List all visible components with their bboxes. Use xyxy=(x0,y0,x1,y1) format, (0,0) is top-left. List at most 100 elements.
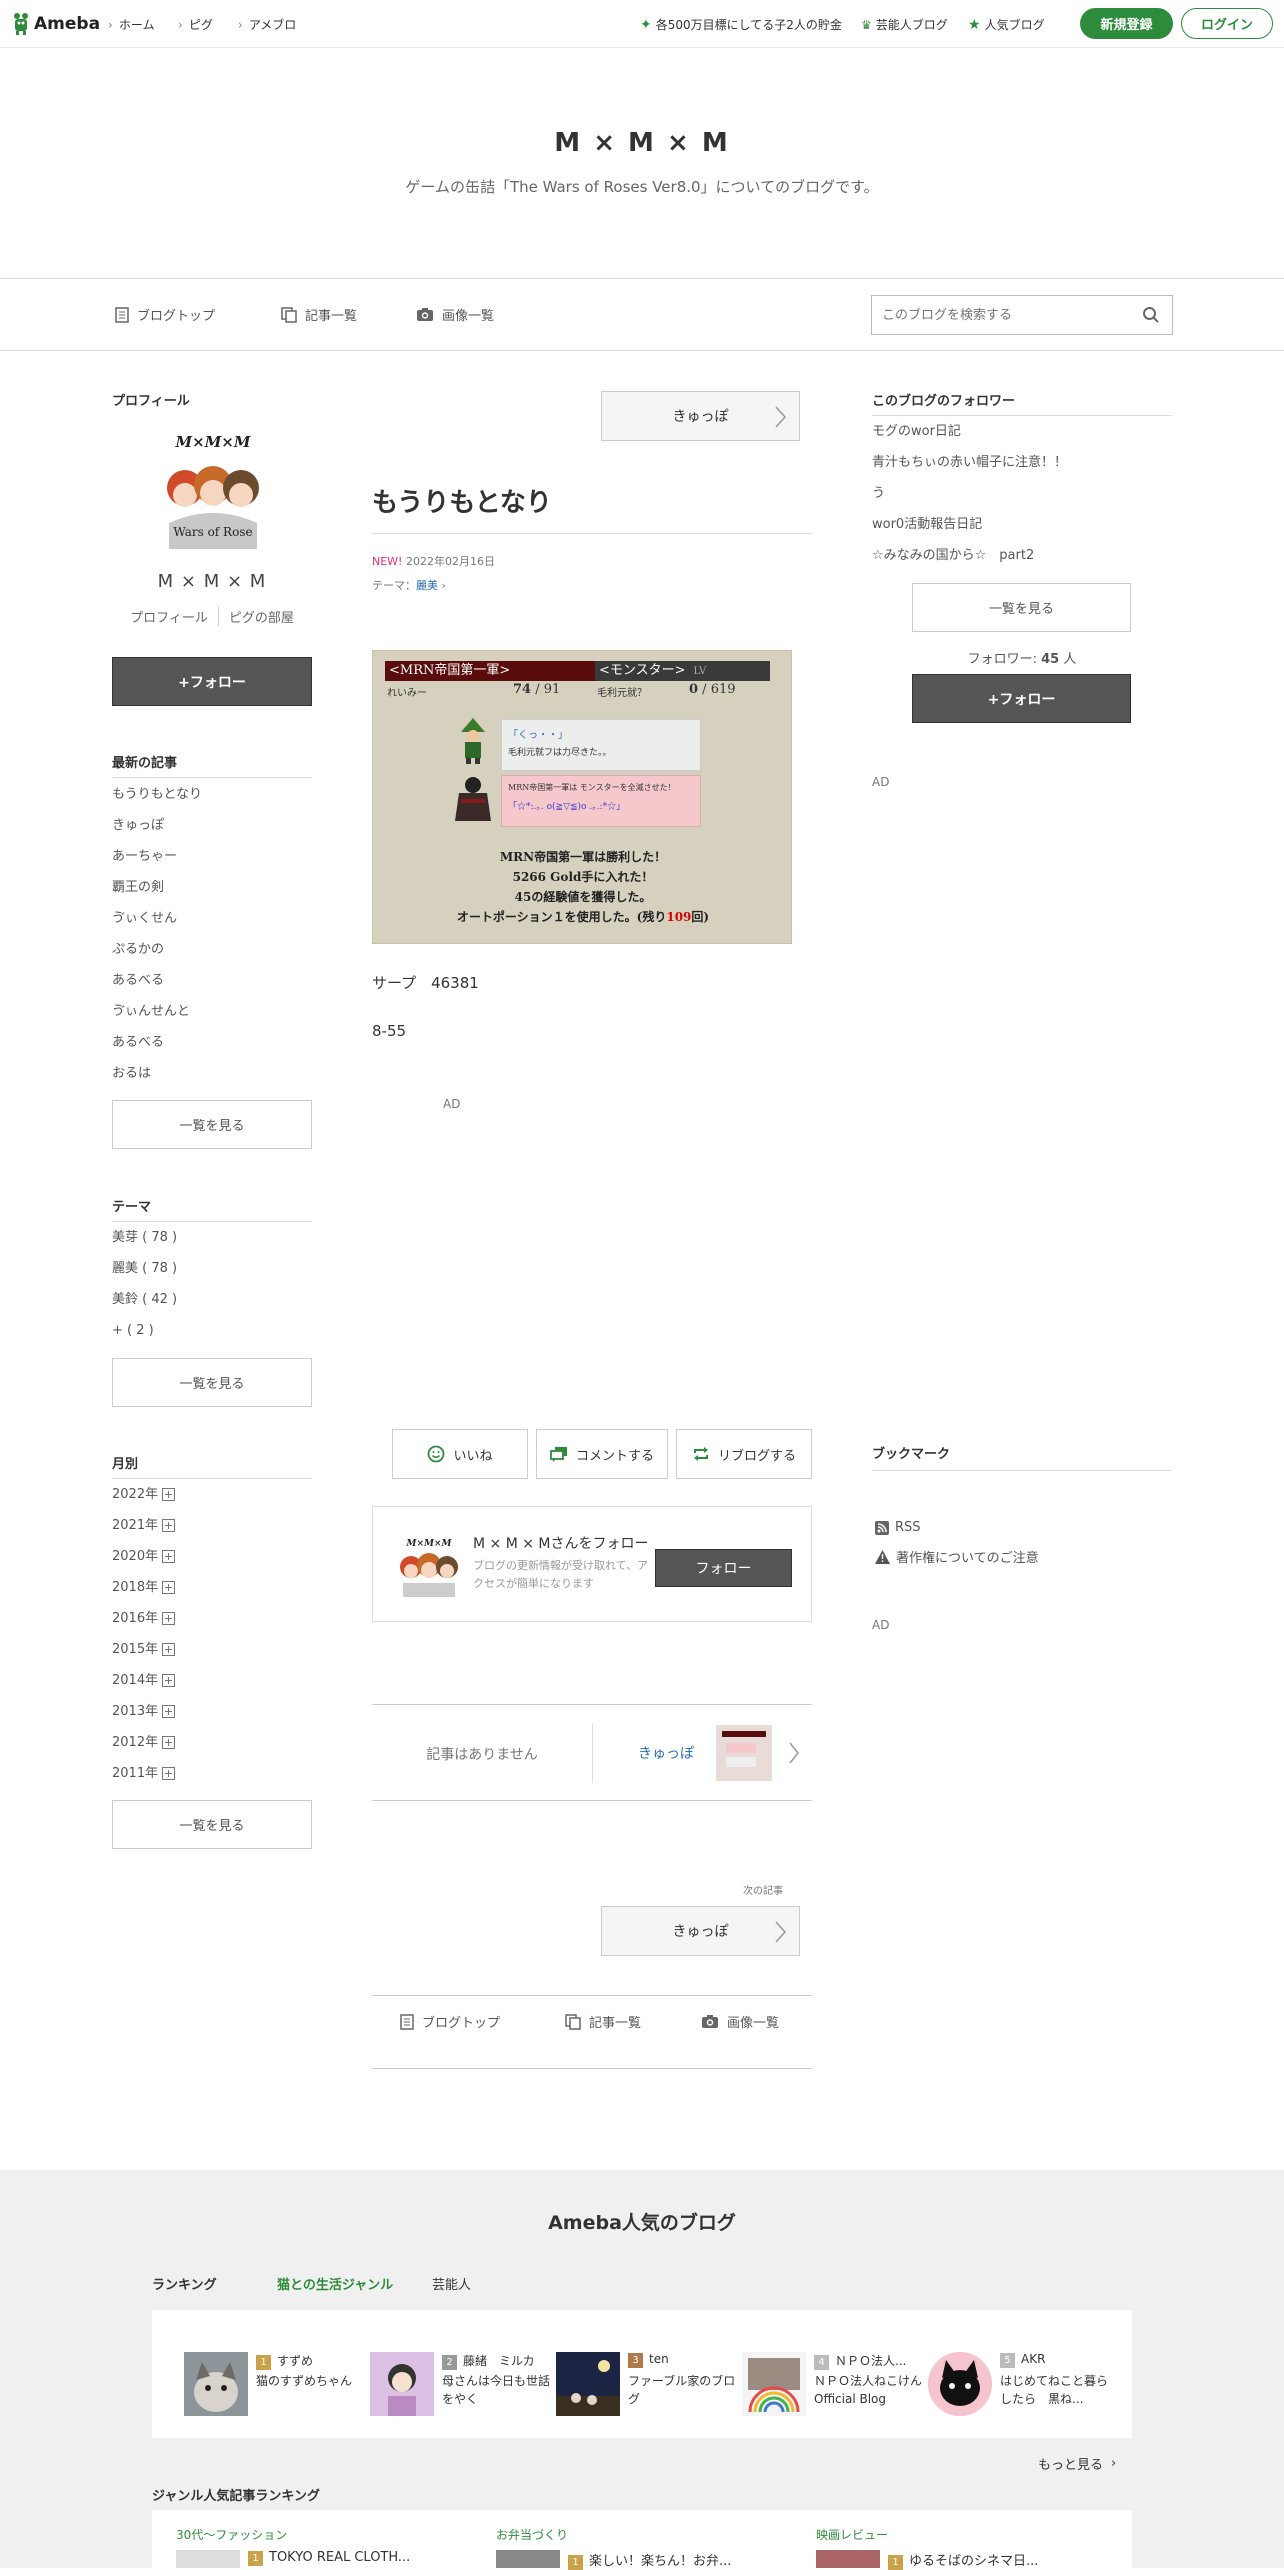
blog-title[interactable]: M × M × M xyxy=(0,128,1284,158)
copyright-link[interactable]: 著作権についてのご注意 xyxy=(875,1547,1039,1566)
expand-plus-icon[interactable] xyxy=(162,1674,176,1687)
recent-item[interactable]: ぷるかの xyxy=(112,934,312,965)
login-button[interactable]: ログイン xyxy=(1181,8,1273,39)
month-item[interactable]: 2018年 xyxy=(112,1572,312,1603)
month-see-all-button[interactable]: 一覧を見る xyxy=(112,1800,312,1849)
follower-item[interactable]: ☆みなみの国から☆ part2 xyxy=(872,540,1172,571)
expand-plus-icon[interactable] xyxy=(162,1581,176,1594)
month-item[interactable]: 2015年 xyxy=(112,1634,312,1665)
follower-item[interactable]: う xyxy=(872,478,1172,509)
article-image[interactable]: <MRN帝国第一軍> <モンスター> LV れいみー 74 / 91 毛利元就？ … xyxy=(372,650,792,944)
pig-room-link[interactable]: ピグの部屋 xyxy=(219,607,294,626)
ameba-logo-icon xyxy=(14,13,28,35)
ranking-card[interactable]: 4 ＮＰＯ法人... ＮＰＯ法人ねこけん Official Blog xyxy=(742,2352,922,2432)
expand-plus-icon[interactable] xyxy=(162,1643,176,1656)
month-item[interactable]: 2011年 xyxy=(112,1758,312,1789)
follower-item[interactable]: wor0活動報告日記 xyxy=(872,509,1172,540)
breadcrumb-pig[interactable]: ピグ xyxy=(178,16,213,33)
expand-plus-icon[interactable] xyxy=(162,1736,176,1749)
recent-item[interactable]: ゔぃんせんと xyxy=(112,996,312,1027)
celebrity-blog-link[interactable]: ♛ 芸能人ブログ xyxy=(861,16,948,33)
genre-label[interactable]: 30代〜ファッション xyxy=(176,2526,287,2543)
popular-blog-link[interactable]: ★ 人気ブログ xyxy=(968,16,1045,33)
comment-icon xyxy=(550,1447,567,1462)
ranking-card[interactable]: 2 藤緒 ミルカ 母さんは今日も世話をやく xyxy=(370,2352,550,2432)
ameba-logo[interactable]: Ameba xyxy=(12,12,100,36)
profile-name[interactable]: M × M × M xyxy=(112,571,312,592)
expand-plus-icon[interactable] xyxy=(162,1767,176,1780)
genre-thumbnail xyxy=(816,2550,880,2568)
recent-item[interactable]: もうりもとなり xyxy=(112,779,312,810)
month-item[interactable]: 2021年 xyxy=(112,1510,312,1541)
month-item[interactable]: 2022年 xyxy=(112,1479,312,1510)
genre-label[interactable]: お弁当づくり xyxy=(496,2526,568,2543)
profile-avatar[interactable]: M×M×M Wars of Rose xyxy=(155,433,271,549)
month-item[interactable]: 2016年 xyxy=(112,1603,312,1634)
follow-card-button[interactable]: フォロー xyxy=(655,1549,792,1587)
month-item[interactable]: 2020年 xyxy=(112,1541,312,1572)
article-theme-link[interactable]: 麗美 xyxy=(416,579,438,592)
recent-item[interactable]: あーちゃー xyxy=(112,841,312,872)
next-article-link[interactable]: きゅっぽ xyxy=(592,1705,812,1802)
footer-nav-article-list[interactable]: 記事一覧 xyxy=(565,2012,641,2031)
article-title[interactable]: もうりもとなり xyxy=(372,482,812,534)
prev-article-button[interactable]: きゅっぽ xyxy=(601,391,800,441)
ranking-card[interactable]: 5 AKR はじめてねこと暮らしたら 黒ね... xyxy=(928,2352,1108,2432)
genre-article[interactable]: 1 楽しい！楽ちん！お弁... xyxy=(568,2550,731,2570)
comment-button[interactable]: コメントする xyxy=(536,1429,668,1479)
theme-see-all-button[interactable]: 一覧を見る xyxy=(112,1358,312,1407)
savings-link[interactable]: ✦ 各500万目標にしてる子2人の貯金 xyxy=(640,16,842,33)
recent-item[interactable]: あるべる xyxy=(112,1027,312,1058)
reblog-button[interactable]: リブログする xyxy=(676,1429,812,1479)
month-item[interactable]: 2013年 xyxy=(112,1696,312,1727)
expand-plus-icon[interactable] xyxy=(162,1550,176,1563)
ranking-card[interactable]: 1 すずめ 猫のすずめちゃん xyxy=(184,2352,364,2432)
expand-plus-icon[interactable] xyxy=(162,1519,176,1532)
ranking-tab-celebrity[interactable]: 芸能人 xyxy=(432,2274,471,2293)
nav-image-list[interactable]: 画像一覧 xyxy=(416,305,494,324)
more-link[interactable]: もっと見る › xyxy=(1038,2454,1116,2473)
nav-blog-top[interactable]: ブログトップ xyxy=(115,305,215,324)
expand-plus-icon[interactable] xyxy=(162,1612,176,1625)
theme-item[interactable]: 美鈴 ( 42 ) xyxy=(112,1284,312,1315)
like-button[interactable]: いいね xyxy=(392,1429,528,1479)
svg-text:M×M×M: M×M×M xyxy=(175,433,251,451)
signup-button[interactable]: 新規登録 xyxy=(1080,8,1173,39)
next-article-button[interactable]: きゅっぽ xyxy=(601,1906,800,1956)
theme-item[interactable]: 美芽 ( 78 ) xyxy=(112,1222,312,1253)
blog-search-input[interactable] xyxy=(872,296,1122,334)
month-item[interactable]: 2014年 xyxy=(112,1665,312,1696)
recent-item[interactable]: あるべる xyxy=(112,965,312,996)
battle-result: MRN帝国第一軍は勝利した！ 5266 Gold手に入れた！ 45の経験値を獲得… xyxy=(456,850,710,924)
rss-link[interactable]: RSS xyxy=(875,1520,921,1535)
expand-plus-icon[interactable] xyxy=(162,1705,176,1718)
follow-button-left[interactable]: +フォロー xyxy=(112,657,312,706)
expand-plus-icon[interactable] xyxy=(162,1488,176,1501)
theme-item[interactable]: + ( 2 ) xyxy=(112,1315,312,1346)
followers-see-all-button[interactable]: 一覧を見る xyxy=(912,583,1131,632)
ranking-card[interactable]: 3 ten ファーブル家のブログ xyxy=(556,2352,736,2432)
nav-article-list[interactable]: 記事一覧 xyxy=(281,305,357,324)
follower-item[interactable]: モグのwor日記 xyxy=(872,416,1172,447)
breadcrumb-ameblo[interactable]: アメブロ xyxy=(238,16,296,33)
blog-nav: ブログトップ 記事一覧 画像一覧 xyxy=(0,278,1284,351)
genre-label[interactable]: 映画レビュー xyxy=(816,2526,888,2543)
ranking-tab-cat[interactable]: 猫との生活ジャンル xyxy=(277,2274,393,2293)
recent-item[interactable]: 覇王の剣 xyxy=(112,872,312,903)
footer-nav-blog-top[interactable]: ブログトップ xyxy=(400,2012,500,2031)
breadcrumb-home[interactable]: ホーム xyxy=(108,16,155,33)
follower-item[interactable]: 青汁もちぃの赤い帽子に注意！！ xyxy=(872,447,1172,478)
genre-article[interactable]: 1 TOKYO REAL CLOTH... xyxy=(248,2550,410,2566)
follow-button-right[interactable]: +フォロー xyxy=(912,674,1131,723)
recent-see-all-button[interactable]: 一覧を見る xyxy=(112,1100,312,1149)
month-item[interactable]: 2012年 xyxy=(112,1727,312,1758)
recent-item[interactable]: おるは xyxy=(112,1058,312,1089)
recent-item[interactable]: きゅっぽ xyxy=(112,810,312,841)
recent-item[interactable]: ゔぃくせん xyxy=(112,903,312,934)
profile-link[interactable]: プロフィール xyxy=(130,607,219,626)
footer-nav-image-list[interactable]: 画像一覧 xyxy=(701,2012,779,2031)
follow-card-title: M × M × Mさんをフォロー xyxy=(473,1536,649,1552)
genre-article[interactable]: 1 ゆるそばのシネマ日... xyxy=(888,2550,1038,2570)
search-icon[interactable] xyxy=(1142,306,1160,324)
theme-item[interactable]: 麗美 ( 78 ) xyxy=(112,1253,312,1284)
